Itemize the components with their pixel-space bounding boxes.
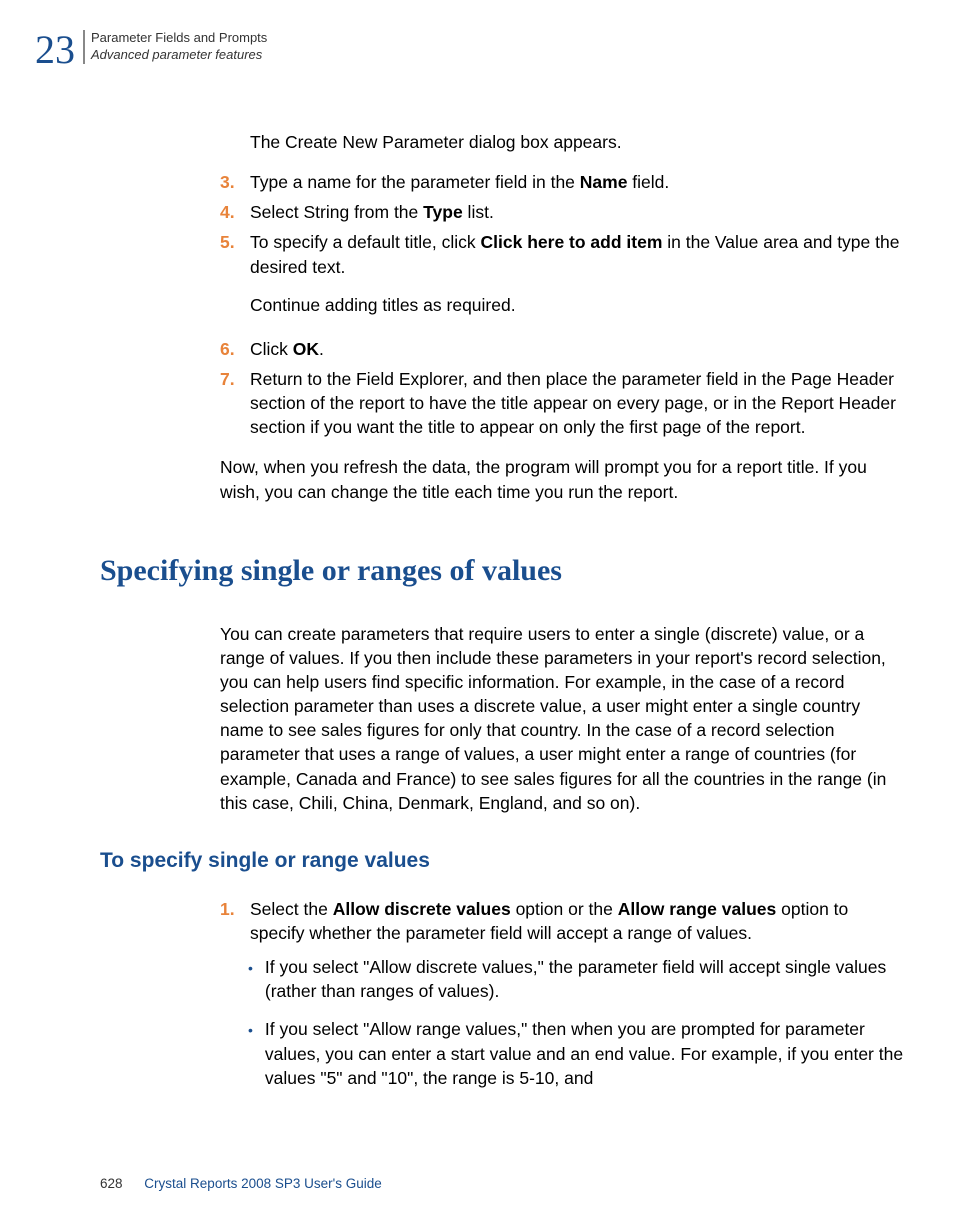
bold-text: Click here to add item — [481, 232, 663, 252]
step-body: To specify a default title, click Click … — [250, 230, 904, 330]
step-body: Select String from the Type list. — [250, 200, 904, 224]
bullet-icon: • — [248, 959, 253, 1003]
step-number: 4. — [220, 200, 240, 224]
text-run: option or the — [511, 899, 618, 919]
step-4: 4. Select String from the Type list. — [220, 200, 904, 224]
chapter-number: 23 — [35, 30, 75, 70]
bullet-text: If you select "Allow range values," then… — [265, 1017, 904, 1089]
text-run: field. — [627, 172, 669, 192]
intro-paragraph: The Create New Parameter dialog box appe… — [250, 130, 904, 154]
closing-paragraph: Now, when you refresh the data, the prog… — [220, 455, 904, 503]
step-3: 3. Type a name for the parameter field i… — [220, 170, 904, 194]
step-number: 3. — [220, 170, 240, 194]
bold-text: OK — [293, 339, 319, 359]
step-number: 5. — [220, 230, 240, 330]
step-extra: Continue adding titles as required. — [250, 293, 904, 317]
step-number: 7. — [220, 367, 240, 439]
text-run: Select the — [250, 899, 333, 919]
section-paragraph: You can create parameters that require u… — [220, 622, 904, 815]
text-run: . — [319, 339, 324, 359]
text-run: Click — [250, 339, 293, 359]
step-5: 5. To specify a default title, click Cli… — [220, 230, 904, 330]
bold-text: Name — [580, 172, 628, 192]
page-number: 628 — [100, 1176, 123, 1191]
bold-text: Type — [423, 202, 463, 222]
header-subtitle: Advanced parameter features — [91, 47, 267, 64]
text-run: To specify a default title, click — [250, 232, 481, 252]
bullet-item-1: • If you select "Allow discrete values,"… — [248, 955, 904, 1003]
section-heading-h2: Specifying single or ranges of values — [100, 554, 904, 588]
text-run: Select String from the — [250, 202, 423, 222]
page-header: 23 Parameter Fields and Prompts Advanced… — [35, 30, 904, 70]
page-footer: 628 Crystal Reports 2008 SP3 User's Guid… — [100, 1176, 382, 1191]
bold-text: Allow range values — [618, 899, 777, 919]
main-content: The Create New Parameter dialog box appe… — [220, 130, 904, 504]
text-run: list. — [463, 202, 494, 222]
step-6: 6. Click OK. — [220, 337, 904, 361]
header-title: Parameter Fields and Prompts — [91, 30, 267, 47]
bold-text: Allow discrete values — [333, 899, 511, 919]
text-run: Type a name for the parameter field in t… — [250, 172, 580, 192]
step-body: Return to the Field Explorer, and then p… — [250, 367, 904, 439]
header-text-block: Parameter Fields and Prompts Advanced pa… — [83, 30, 267, 64]
procedure-content: 1. Select the Allow discrete values opti… — [220, 897, 904, 1090]
bullet-item-2: • If you select "Allow range values," th… — [248, 1017, 904, 1089]
step-body: Select the Allow discrete values option … — [250, 897, 904, 945]
procedure-step-1: 1. Select the Allow discrete values opti… — [220, 897, 904, 945]
step-body: Click OK. — [250, 337, 904, 361]
bullet-text: If you select "Allow discrete values," t… — [265, 955, 904, 1003]
step-number: 1. — [220, 897, 240, 945]
step-number: 6. — [220, 337, 240, 361]
bullet-icon: • — [248, 1021, 253, 1089]
book-title: Crystal Reports 2008 SP3 User's Guide — [144, 1176, 381, 1191]
section-heading-h3: To specify single or range values — [100, 849, 904, 873]
step-7: 7. Return to the Field Explorer, and the… — [220, 367, 904, 439]
step-body: Type a name for the parameter field in t… — [250, 170, 904, 194]
section-content: You can create parameters that require u… — [220, 622, 904, 815]
